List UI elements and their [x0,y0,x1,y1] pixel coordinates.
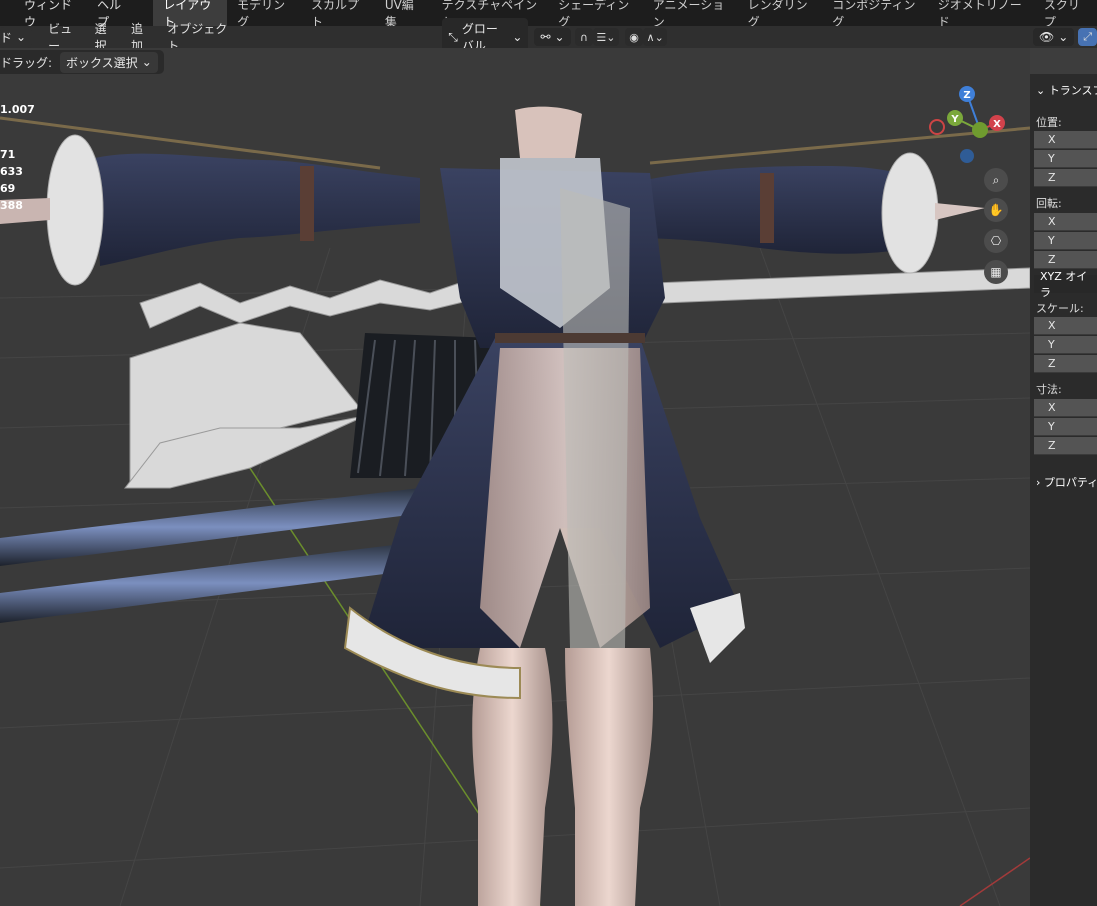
link-icon: ⚯ [540,30,551,44]
viewport-header: ド ⌄ ビュー 選択 追加 オブジェクト ⤡ グローバル ⌄ ⚯ ⌄ ∩ ☰⌄ ◉… [0,18,1097,56]
transform-title: トランスフ [1048,84,1097,97]
chevron-right-icon: › [1036,476,1041,489]
dimensions-label: 寸法: [1036,383,1062,396]
axis-z-label: Z [1048,171,1056,184]
dimensions-x-field[interactable]: X [1034,399,1097,417]
mode-dropdown[interactable]: ド ⌄ [0,26,33,48]
axis-x-label: X [1048,319,1056,332]
axis-z-label: Z [1048,357,1056,370]
rotation-mode-value: XYZ オイラ [1040,270,1088,299]
falloff-icon[interactable]: ∧⌄ [643,28,668,46]
mode-label: ド [0,30,13,45]
drag-mode-value: ボックス選択 [66,55,138,70]
scene-render [0,106,1030,906]
axis-z-label: Z [1048,439,1056,452]
chevron-down-icon: ⌄ [512,30,523,44]
axis-gizmo: Z X Y [929,86,1005,163]
axis-y-label: Y [1048,338,1055,351]
axis-y-label: Y [1048,152,1055,165]
location-x-field[interactable]: X [1034,131,1097,149]
axis-y-label: Y [1048,420,1055,433]
dimensions-z-field[interactable]: Z [1034,437,1097,455]
camera-icon[interactable]: ⎔ [984,229,1008,253]
rails [0,488,425,623]
gizmo-y-label: Y [950,114,959,125]
properties-panel-header[interactable]: › プロパティ [1036,474,1097,490]
eye-icon: 👁 [1039,30,1055,44]
zoom-icon[interactable]: ⌕ [984,168,1008,192]
scale-z-field[interactable]: Z [1034,355,1097,373]
drag-mode-dropdown[interactable]: ボックス選択 ⌄ [60,51,158,73]
scale-x-field[interactable]: X [1034,317,1097,335]
axis-z-label: Z [1048,253,1056,266]
location-label: 位置: [1036,116,1062,129]
rotation-mode-dropdown[interactable]: XYZ オイラ [1034,270,1097,299]
stat-2: 71 [0,148,16,161]
stat-1: 1.007 [0,103,35,116]
dimensions-y-field[interactable]: Y [1034,418,1097,436]
pivot-dropdown[interactable]: ⚯ ⌄ [534,28,571,46]
sidebar-n-panel: ⌄ トランスフ 位置: X Y Z 回転: X Y Z XYZ オイラ スケール… [1030,74,1097,906]
scale-label: スケール: [1036,302,1084,315]
axis-x-label: X [1048,133,1056,146]
workspace-tabs: レイアウト モデリング スカルプト UV編集 テクスチャペイント シェーディング… [153,0,1097,33]
axis-y-label: Y [1048,234,1055,247]
x-axis-line [959,857,1030,906]
chevron-down-icon: ⌄ [141,55,152,69]
snap-target-icon[interactable]: ☰⌄ [593,28,619,46]
axis-x-label: X [1048,215,1056,228]
3d-viewport[interactable]: 1.007 71 633 69 388 Z X Y ⌕ ✋ ⎔ ▦ [0,48,1030,906]
location-y-field[interactable]: Y [1034,150,1097,168]
chevron-down-icon: ⌄ [16,30,27,44]
proportional-edit-icon[interactable]: ◉ [624,28,644,46]
grid-perspective-icon[interactable]: ▦ [984,260,1008,284]
rotation-y-field[interactable]: Y [1034,232,1097,250]
gizmo-x-label: X [993,119,1001,130]
stat-3: 633 [0,165,23,178]
transform-panel-header[interactable]: ⌄ トランスフ [1036,82,1097,98]
stat-5: 388 [0,199,23,212]
gizmo-toggle-icon[interactable]: ⤢ [1078,28,1097,46]
chevron-down-icon: ⌄ [1036,84,1046,97]
pan-hand-icon[interactable]: ✋ [984,198,1008,222]
orientation-icon: ⤡ [448,29,458,44]
rotation-z-field[interactable]: Z [1034,251,1097,269]
chevron-down-icon: ⌄ [554,30,565,44]
stat-4: 69 [0,182,16,195]
chevron-down-icon: ⌄ [1058,30,1069,44]
rotation-label: 回転: [1036,197,1062,210]
location-z-field[interactable]: Z [1034,169,1097,187]
rotation-x-field[interactable]: X [1034,213,1097,231]
axis-x-label: X [1048,401,1056,414]
gizmo-z-label: Z [963,90,970,101]
navigation-gizmo[interactable]: Z X Y [925,86,1010,166]
visibility-dropdown[interactable]: 👁 ⌄ [1033,28,1075,46]
tool-settings-drag: ドラッグ: ボックス選択 ⌄ [0,50,164,74]
drag-label: ドラッグ: [0,55,53,70]
scale-y-field[interactable]: Y [1034,336,1097,354]
snap-magnet-icon[interactable]: ∩ [574,28,594,46]
properties-title: プロパティ [1043,476,1097,489]
